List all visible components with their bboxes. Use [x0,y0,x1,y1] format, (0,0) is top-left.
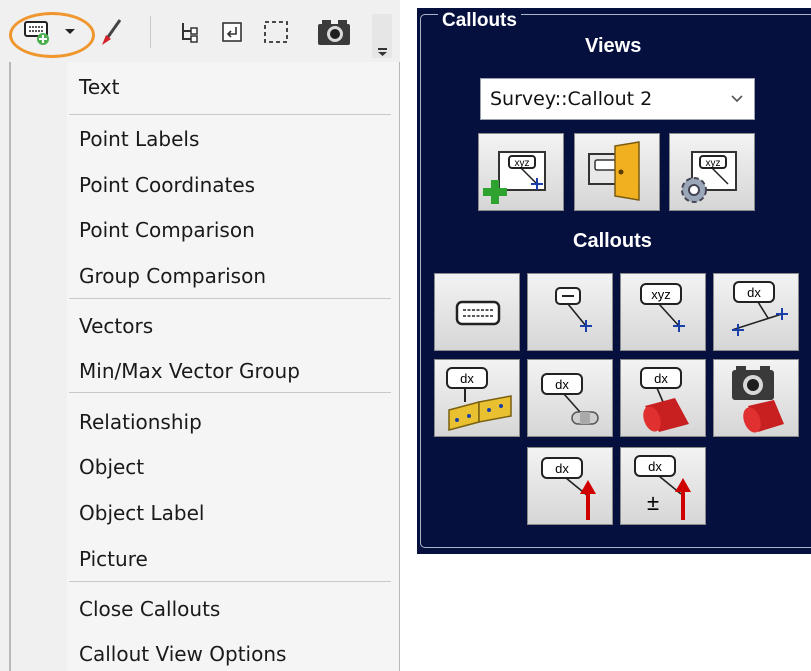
callouts-heading: Callouts [573,230,652,252]
menu-item-object-label[interactable]: Object Label [79,501,204,525]
menu-separator [69,114,391,115]
view-settings-icon: xyz [681,151,737,203]
callout-dropdown-menu: Text Point Labels Point Coordinates Poin… [10,62,400,671]
overflow-icon[interactable] [372,14,392,58]
svg-text:dx: dx [747,285,761,300]
object-callout-icon: dx [640,367,689,432]
menu-item-object[interactable]: Object [79,455,144,479]
coordinate-callout-icon: xyz [640,283,685,332]
menu-item-relationship[interactable]: Relationship [79,410,202,434]
minmax-vector-callout-button[interactable]: dx ± [620,447,706,525]
svg-text:dx: dx [555,377,569,392]
picture-callout-icon [732,366,784,433]
relationship-callout-button[interactable]: dx [527,359,613,437]
point-comparison-callout-icon: dx [731,281,788,336]
text-callout-button[interactable] [434,273,520,351]
view-select[interactable]: Survey::Callout 2 [480,78,755,120]
menu-item-point-labels[interactable]: Point Labels [79,127,199,151]
group-comparison-callout-button[interactable]: dx [434,359,520,437]
menu-item-point-comparison[interactable]: Point Comparison [79,218,255,242]
text-callout-icon [455,300,501,326]
menu-item-close-callouts[interactable]: Close Callouts [79,597,220,621]
chevron-down-icon [730,88,744,113]
vector-callout-icon: dx [541,457,596,520]
svg-text:dx: dx [460,371,474,386]
point-label-callout-icon [555,287,592,332]
dropdown-arrow-icon[interactable] [62,14,78,50]
svg-text:xyz: xyz [706,158,721,169]
coordinate-callout-button[interactable]: xyz [620,273,706,351]
menu-item-text[interactable]: Text [79,75,119,99]
svg-text:dx: dx [555,461,569,476]
exit-view-icon [588,141,640,201]
point-label-callout-button[interactable] [527,273,613,351]
callout-add-icon[interactable] [22,14,54,50]
menu-item-group-comparison[interactable]: Group Comparison [79,264,266,288]
relationship-callout-icon: dx [541,373,599,425]
svg-text:±: ± [647,490,659,515]
point-comparison-callout-button[interactable]: dx [713,273,799,351]
toolbar [0,0,400,62]
camera-icon[interactable] [314,14,354,50]
menu-item-callout-view-options[interactable]: Callout View Options [79,642,286,666]
menu-gutter [11,62,67,671]
brush-icon[interactable] [96,14,126,50]
view-settings-button[interactable]: xyz [669,133,755,211]
picture-callout-button[interactable] [713,359,799,437]
minmax-vector-callout-icon: dx ± [634,455,691,520]
menu-separator [69,298,391,299]
left-frame [0,62,10,671]
add-view-icon: xyz [483,151,546,204]
group-comparison-callout-icon: dx [446,367,512,431]
menu-item-vectors[interactable]: Vectors [79,314,153,338]
menu-separator [69,392,391,393]
object-callout-button[interactable]: dx [620,359,706,437]
hierarchy-icon[interactable] [175,14,203,50]
selection-box-icon[interactable] [261,14,291,50]
toolbar-separator [150,16,151,48]
menu-separator [69,581,391,582]
svg-text:dx: dx [648,459,662,474]
menu-item-picture[interactable]: Picture [79,547,148,571]
view-select-value: Survey::Callout 2 [490,88,653,110]
add-view-button[interactable]: xyz [478,133,564,211]
panel-title: Callouts [438,10,521,32]
menu-item-point-coordinates[interactable]: Point Coordinates [79,173,255,197]
vector-callout-button[interactable]: dx [527,447,613,525]
svg-text:dx: dx [654,371,668,386]
exit-view-button[interactable] [574,133,660,211]
svg-text:xyz: xyz [651,287,671,302]
views-heading: Views [585,35,642,57]
menu-item-minmax-vector-group[interactable]: Min/Max Vector Group [79,359,300,383]
svg-text:xyz: xyz [515,158,530,169]
insert-icon[interactable] [218,14,246,50]
